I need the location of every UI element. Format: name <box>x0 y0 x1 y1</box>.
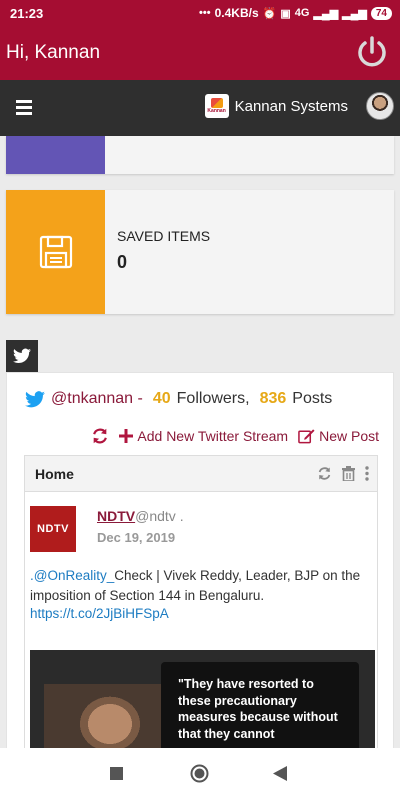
back-button-icon[interactable] <box>273 766 287 781</box>
signal-icon-2: ▂▄▆ <box>342 7 367 20</box>
tweet-media[interactable]: "They have resorted to these precautiona… <box>30 650 375 751</box>
dots-icon: ••• <box>199 7 211 19</box>
refresh-icon[interactable] <box>317 466 332 481</box>
greeting-title: Hi, Kannan <box>6 42 101 63</box>
company-logo: Kannan <box>204 94 229 118</box>
twitter-stream: Home NDTV NDTV@ndtv . Dec 19, 2019 .@OnR… <box>24 455 378 751</box>
add-twitter-stream-button[interactable]: Add New Twitter Stream <box>119 428 288 444</box>
add-stream-label: Add New Twitter Stream <box>137 428 289 444</box>
stream-title: Home <box>35 466 74 482</box>
refresh-icon[interactable] <box>91 427 109 445</box>
new-post-button[interactable]: New Post <box>298 428 379 444</box>
plus-icon <box>119 429 134 443</box>
twitter-actions: Add New Twitter Stream New Post <box>91 427 379 445</box>
twitter-tab[interactable] <box>6 340 38 372</box>
recents-button-icon[interactable] <box>110 767 123 780</box>
saved-items-label: SAVED ITEMS <box>117 228 211 244</box>
hamburger-icon[interactable] <box>16 100 32 115</box>
tweet-author-avatar[interactable]: NDTV <box>30 506 76 552</box>
twitter-panel: @tnkannan - 40 Followers, 836 Posts Add … <box>6 372 394 752</box>
tweet-author-username: @ndtv . <box>135 508 184 524</box>
stat-card-partial[interactable] <box>6 136 394 174</box>
net-speed: 0.4KB/s <box>214 6 259 20</box>
media-quote: "They have resorted to these precautiona… <box>161 662 359 751</box>
twitter-handle[interactable]: @tnkannan - <box>51 390 143 408</box>
signal-icon: ▂▄▆ <box>313 7 339 20</box>
followers-count: 40 <box>152 390 171 407</box>
tweet-url-link[interactable]: https://t.co/2JjBiHFSpA <box>30 606 169 621</box>
saved-items-count: 0 <box>117 252 128 272</box>
save-icon <box>39 235 72 269</box>
alarm-icon: ⏰ <box>262 7 277 20</box>
stream-header: Home <box>25 456 377 492</box>
tweet-date: Dec 19, 2019 <box>97 530 176 545</box>
media-photo <box>44 684 164 751</box>
tweet-author: NDTV@ndtv . <box>97 508 184 524</box>
trash-icon[interactable] <box>342 466 355 481</box>
company-selector[interactable]: Kannan Kannan Systems <box>204 92 394 120</box>
navigation-bar: Kannan Kannan Systems <box>0 80 400 136</box>
followers-label: Followers, <box>176 390 250 407</box>
posts-label: Posts <box>292 390 333 407</box>
volte-icon: ▣ <box>280 7 291 20</box>
tweet-mention-link[interactable]: .@OnReality_ <box>30 568 114 583</box>
user-avatar[interactable] <box>366 92 394 120</box>
posts-count: 836 <box>259 390 287 407</box>
new-post-label: New Post <box>319 428 379 444</box>
saved-items-card[interactable]: SAVED ITEMS 0 <box>6 190 394 314</box>
battery-icon: 74 <box>370 6 392 20</box>
twitter-bird-icon <box>13 348 31 364</box>
twitter-account-summary: @tnkannan - 40 Followers, 836 Posts <box>25 390 332 408</box>
tweet-author-name[interactable]: NDTV <box>97 508 135 524</box>
network-type: 4G <box>294 7 310 19</box>
status-time: 21:23 <box>10 6 44 21</box>
app-header: Hi, Kannan <box>0 26 400 80</box>
system-navigation-bar <box>0 748 400 800</box>
stat-card-strip <box>6 136 105 174</box>
more-vertical-icon[interactable] <box>365 466 369 481</box>
status-icons: ••• 0.4KB/s ⏰ ▣ 4G ▂▄▆ ▂▄▆ 74 <box>199 6 392 20</box>
stream-tools <box>317 466 369 481</box>
company-name: Kannan Systems <box>234 97 348 115</box>
power-icon[interactable] <box>354 34 390 70</box>
edit-icon <box>298 429 315 444</box>
home-button-icon[interactable] <box>190 764 209 783</box>
status-bar: 21:23 ••• 0.4KB/s ⏰ ▣ 4G ▂▄▆ ▂▄▆ 74 <box>0 0 400 26</box>
saved-card-strip <box>6 190 105 314</box>
tweet-text: .@OnReality_Check | Vivek Reddy, Leader,… <box>30 566 375 606</box>
twitter-bird-icon <box>25 390 45 407</box>
